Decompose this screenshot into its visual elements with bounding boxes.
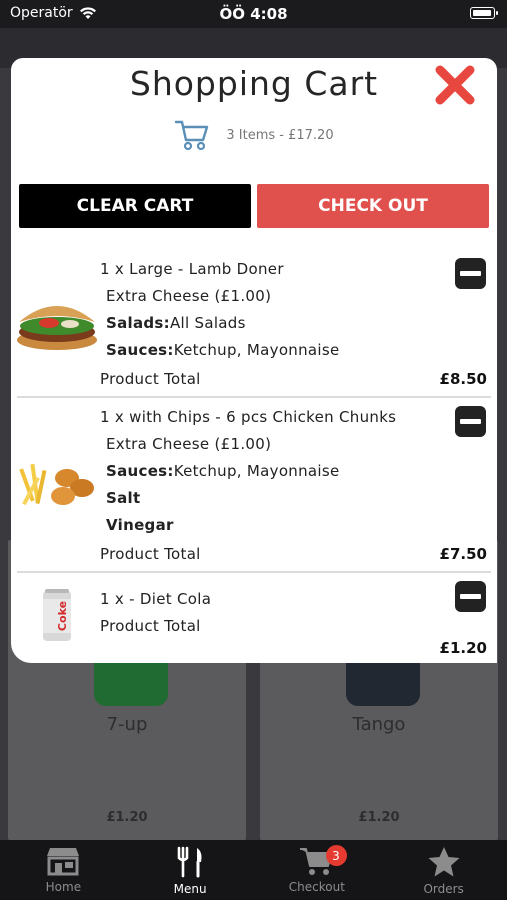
item-sauces: Sauces:Ketchup, Mayonnaise bbox=[106, 462, 340, 480]
item-price: £8.50 bbox=[439, 370, 487, 388]
tab-checkout[interactable]: 3 Checkout bbox=[254, 840, 381, 900]
menu-item-price: £1.20 bbox=[358, 810, 400, 825]
remove-item-button[interactable] bbox=[455, 258, 486, 289]
remove-item-button[interactable] bbox=[455, 406, 486, 437]
menu-item-name: 7-up bbox=[106, 714, 148, 735]
cart-item: Coke 1 x - Diet Cola Product Total £1.20 bbox=[11, 573, 497, 663]
sauces-label: Sauces: bbox=[106, 462, 174, 480]
tab-orders[interactable]: Orders bbox=[380, 840, 507, 900]
can-label-text: Coke bbox=[56, 601, 69, 631]
menu-item-name: Tango bbox=[352, 714, 406, 735]
item-sauces: Sauces:Ketchup, Mayonnaise bbox=[106, 341, 340, 359]
cart-count-badge: 3 bbox=[325, 845, 347, 866]
store-icon bbox=[47, 848, 80, 876]
tab-label: Menu bbox=[173, 882, 207, 896]
cart-summary-text: 3 Items - £17.20 bbox=[226, 127, 334, 143]
item-title: 1 x - Diet Cola bbox=[100, 590, 212, 608]
tab-label: Checkout bbox=[288, 880, 345, 894]
remove-item-button[interactable] bbox=[455, 581, 486, 612]
close-icon[interactable] bbox=[432, 62, 478, 108]
bottom-tab-bar: Home Menu 3 Checkout Orders bbox=[0, 840, 507, 900]
star-icon bbox=[428, 847, 460, 877]
item-price: £1.20 bbox=[439, 639, 487, 657]
shopping-cart-modal: Shopping Cart 3 Items - £17.20 CLEAR CAR… bbox=[11, 58, 497, 663]
tab-home[interactable]: Home bbox=[0, 840, 127, 900]
item-title: 1 x with Chips - 6 pcs Chicken Chunks bbox=[100, 408, 397, 426]
checkout-button[interactable]: CHECK OUT bbox=[257, 184, 489, 228]
item-price: £7.50 bbox=[439, 545, 487, 563]
clear-cart-button[interactable]: CLEAR CART bbox=[19, 184, 251, 228]
option-salt: Salt bbox=[106, 489, 141, 507]
product-total-label: Product Total bbox=[100, 370, 201, 388]
menu-item-price: £1.20 bbox=[106, 810, 148, 825]
status-bar: Operatör ÖÖ 4:08 bbox=[0, 0, 507, 28]
option-vinegar: Vinegar bbox=[106, 516, 174, 534]
modal-title: Shopping Cart bbox=[129, 64, 379, 103]
sauces-value: Ketchup, Mayonnaise bbox=[173, 341, 340, 359]
item-option: Salt bbox=[106, 489, 140, 507]
product-total-label: Product Total bbox=[100, 617, 201, 635]
item-extra: Extra Cheese (£1.00) bbox=[106, 287, 272, 305]
product-total-label: Product Total bbox=[100, 545, 201, 563]
item-extra: Extra Cheese (£1.00) bbox=[106, 435, 272, 453]
sauces-value: Ketchup, Mayonnaise bbox=[173, 462, 340, 480]
salads-value: All Salads bbox=[169, 314, 246, 332]
chicken-chips-image bbox=[19, 463, 94, 506]
item-title: 1 x Large - Lamb Doner bbox=[100, 260, 284, 278]
item-salads: Salads:All Salads bbox=[106, 314, 246, 332]
tab-menu[interactable]: Menu bbox=[127, 840, 254, 900]
diet-coke-can-image: Coke bbox=[43, 589, 71, 641]
salads-label: Salads: bbox=[106, 314, 170, 332]
battery-fill bbox=[472, 9, 491, 16]
tab-label: Home bbox=[45, 880, 82, 894]
cart-icon bbox=[175, 120, 209, 151]
item-option: Vinegar bbox=[106, 516, 174, 534]
sauces-label: Sauces: bbox=[106, 341, 174, 359]
cart-item: 1 x Large - Lamb Doner Extra Cheese (£1.… bbox=[11, 248, 497, 398]
battery-icon bbox=[470, 7, 498, 19]
cart-item: 1 x with Chips - 6 pcs Chicken Chunks Ex… bbox=[11, 398, 497, 573]
cart-summary: 3 Items - £17.20 bbox=[11, 118, 497, 152]
tab-label: Orders bbox=[423, 882, 464, 896]
status-time: ÖÖ 4:08 bbox=[219, 5, 288, 23]
cutlery-icon bbox=[177, 846, 202, 878]
kebab-wrap-image bbox=[17, 306, 97, 350]
